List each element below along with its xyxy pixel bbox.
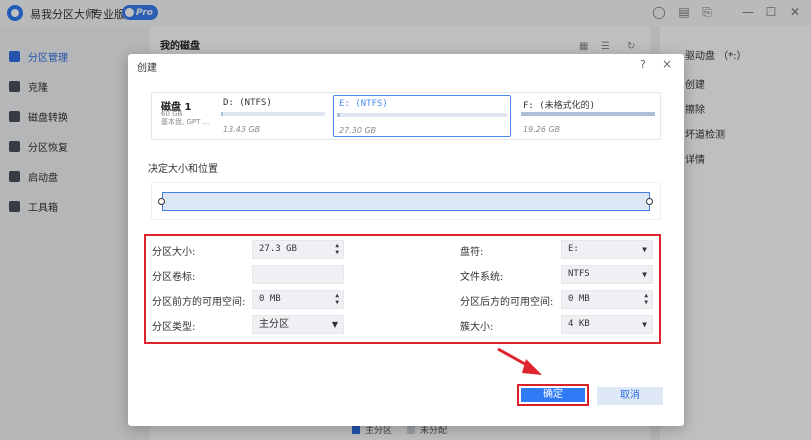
spin-arrows-icon[interactable]: ▲ ▼ [335,292,339,306]
partition-e[interactable]: E: (NTFS) 27.30 GB [333,95,511,137]
partition-name: F: (未格式化的) [523,101,596,111]
partition-usage-fill [337,113,341,117]
partition-f[interactable]: F: (未格式化的) 19.26 GB [518,95,658,137]
chevron-down-icon: ▼ [642,245,647,254]
partition-type-select[interactable]: 主分区 ▼ [252,315,344,334]
cluster-size-value: 4 KB [568,319,590,329]
size-position-label: 决定大小和位置 [148,164,218,175]
partition-size: 27.30 GB [339,126,377,135]
cluster-size-select[interactable]: 4 KB ▼ [561,315,653,334]
drive-letter-value: E: [568,244,579,254]
drive-letter-select[interactable]: E: ▼ [561,240,653,259]
help-icon[interactable]: ? [640,58,646,71]
chevron-down-icon: ▼ [642,270,647,279]
partition-name: E: (NTFS) [339,99,388,109]
file-system-value: NTFS [568,269,590,279]
dialog-title: 创建 [137,63,157,74]
chevron-down-icon: ▼ [642,320,647,329]
cancel-button[interactable]: 取消 [597,387,663,405]
red-arrow-annotation [497,347,542,375]
right-resize-handle[interactable] [646,198,653,205]
size-value: 27.3 GB [259,244,297,254]
size-slider-track[interactable] [162,192,650,211]
ok-button[interactable]: 确定 [517,384,589,406]
space-after-value: 0 MB [568,294,590,304]
partition-usage-bar [521,112,655,116]
space-before-stepper[interactable]: 0 MB ▲ ▼ [252,290,344,309]
left-resize-handle[interactable] [158,198,165,205]
space-before-value: 0 MB [259,294,281,304]
file-system-select[interactable]: NTFS ▼ [561,265,653,284]
partition-usage-bar [337,113,507,117]
partition-usage-fill [221,112,224,116]
disk-type: 基本盘, GPT ... [161,118,210,126]
partition-type-label: 分区类型: [152,322,196,333]
size-label: 分区大小: [152,247,196,258]
size-stepper[interactable]: 27.3 GB ▲ ▼ [252,240,344,259]
spin-arrows-icon[interactable]: ▲ ▼ [644,292,648,306]
partition-name: D: (NTFS) [223,98,272,108]
partition-size: 19.26 GB [523,125,561,134]
space-before-label: 分区前方的可用空间: [152,297,246,308]
volume-label-input[interactable] [252,265,344,284]
create-partition-dialog: 创建 ? × 磁盘 1 60 GB 基本盘, GPT ... D: (NTFS)… [128,54,684,426]
spin-arrows-icon[interactable]: ▲ ▼ [335,242,339,256]
partition-type-value: 主分区 [259,319,289,330]
space-after-label: 分区后方的可用空间: [460,297,554,308]
volume-label-label: 分区卷标: [152,272,196,283]
partition-d[interactable]: D: (NTFS) 13.43 GB [218,95,328,137]
cluster-size-label: 簇大小: [460,322,494,333]
disk-map: 磁盘 1 60 GB 基本盘, GPT ... D: (NTFS) 13.43 … [151,92,661,140]
disk-info: 磁盘 1 60 GB 基本盘, GPT ... [152,93,218,139]
partition-size: 13.43 GB [223,125,261,134]
partition-settings-form: 分区大小: 27.3 GB ▲ ▼ 分区卷标: 分区前方的可用空间: 0 MB ▲… [144,234,661,344]
partition-usage-fill [521,112,655,116]
drive-letter-label: 盘符: [460,247,484,258]
space-after-stepper[interactable]: 0 MB ▲ ▼ [561,290,653,309]
partition-usage-bar [221,112,325,116]
size-slider-box [151,182,661,220]
file-system-label: 文件系统: [460,272,504,283]
close-icon[interactable]: × [662,57,672,71]
chevron-down-icon: ▼ [331,320,338,329]
